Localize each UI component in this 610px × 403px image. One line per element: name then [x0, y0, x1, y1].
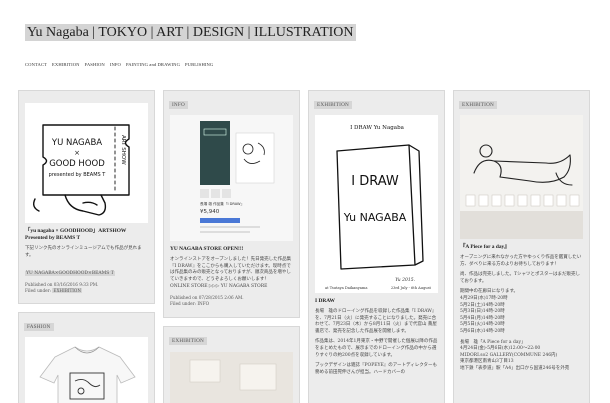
piece-schedule: 期間中の在廊日になります。 4月29日(水)17時-20時 5月2日(土)14時…: [460, 289, 583, 335]
tshirt-illustration: [25, 337, 148, 403]
store-online-link[interactable]: ONLINE STORE ▷▷▷ YU NAGABA STORE: [170, 284, 293, 291]
ticket-line-2: ×: [74, 149, 80, 157]
store-product-name: 長場 雄 作品集『I DRAW』: [200, 201, 244, 206]
piece-event-info: 長場 雄「A Piece for a day」 4月24日(金)-5月6日(水)…: [460, 340, 583, 373]
event-line: 地下鉄「表参道」駅「A4」出口から国道246号を外苑: [460, 365, 570, 371]
piece-text-1: オープニングに来れなかった方やゆっくり作品を鑑賞したい方、ダベりに来る方のよりお…: [460, 255, 582, 267]
fashion-category[interactable]: FASHION: [24, 323, 54, 331]
schedule-item: 5月6日(水)14時-20時: [460, 328, 505, 334]
nav-contact[interactable]: CONTACT: [25, 62, 47, 67]
nav-painting-and-drawing[interactable]: PAINTING and DRAWING: [126, 62, 180, 67]
goodhood-image[interactable]: YU NAGABA × GOOD HOOD presented by BEAMS…: [25, 103, 148, 223]
store-title[interactable]: YU NAGABA STORE OPEN!!!: [170, 246, 293, 253]
ticket-line-3: GOOD HOOD: [49, 159, 105, 169]
idraw-text-1: 長場 雄のドローイング作品を収録した作品集『I DRAW』を、7月21日（火）に…: [315, 309, 437, 334]
poster-title-2: Yu NAGABA: [343, 211, 407, 224]
event-line: 4月24日(金)-5月6日(水)12:00～22:00: [460, 346, 541, 352]
post-card-piece-for-a-day[interactable]: EXHIBITION 『A Piece for a day』 オープニングに来れ…: [453, 90, 590, 403]
post-card-goodhood[interactable]: YU NAGABA × GOOD HOOD presented by BEAMS…: [18, 90, 155, 304]
ticket-line-1: YU NAGABA: [51, 138, 102, 148]
store-category[interactable]: INFO: [169, 101, 188, 109]
piece-gallery-photo: [460, 115, 583, 239]
piece-image[interactable]: [460, 115, 583, 239]
post-card-exhibition-2[interactable]: EXHIBITION: [163, 326, 300, 403]
piece-category[interactable]: EXHIBITION: [459, 101, 497, 109]
ticket-line-4: presented by BEAMS T: [49, 172, 107, 178]
store-meta: Published on 07/28/2015 2:06 AM. Filed u…: [170, 295, 293, 307]
nav-publishing[interactable]: PUBLISHING: [185, 62, 213, 67]
store-filed-link[interactable]: INFO: [197, 301, 209, 306]
idraw-text-2: 作品集は、2014年1月東京・中野で開催した個展以降の作品をまとめたもので、展示…: [315, 339, 438, 358]
piece-text-2: 尚、作品は完売しました。Tシャツとポスターはまだ販売しております。: [460, 272, 580, 284]
goodhood-text: 下記リンク先のオンラインミュージアムでも作品が見れます。: [25, 246, 142, 258]
idraw-poster-art: I DRAW Yu Nagaba I DRAW Yu NAGABA Yu 201…: [315, 115, 438, 293]
store-screenshot: 長場 雄 作品集『I DRAW』 ¥5,940: [170, 115, 293, 241]
nav-fashion[interactable]: FASHION: [85, 62, 105, 67]
goodhood-meta: Published on 03/16/2016 9:33 PM. Filed u…: [25, 282, 148, 294]
schedule-item: 5月3日(日)14時-20時: [460, 309, 505, 315]
poster-venue: at Tsutaya Daikanyama: [325, 286, 368, 290]
post-card-fashion[interactable]: FASHION: [18, 312, 155, 403]
idraw-category[interactable]: EXHIBITION: [314, 101, 352, 109]
exhibition-2-category[interactable]: EXHIBITION: [169, 337, 207, 345]
goodhood-filed-link[interactable]: EXHIBITION: [52, 288, 83, 294]
schedule-item: 4月29日(水)17時-20時: [460, 295, 508, 301]
post-grid: YU NAGABA × GOOD HOOD presented by BEAMS…: [18, 90, 592, 403]
ticket-illustration: YU NAGABA × GOOD HOOD presented by BEAMS…: [25, 103, 148, 223]
idraw-poster[interactable]: I DRAW Yu Nagaba I DRAW Yu NAGABA Yu 201…: [315, 115, 438, 293]
exhibition-2-photo: [170, 352, 293, 403]
poster-title-1: I DRAW: [351, 174, 399, 189]
poster-dates: 23rd July - 6th August: [391, 286, 432, 290]
store-image[interactable]: 長場 雄 作品集『I DRAW』 ¥5,940: [170, 115, 293, 241]
poster-head: I DRAW Yu Nagaba: [350, 125, 404, 131]
schedule-item: 5月5日(火)14時-20時: [460, 322, 505, 328]
piece-title[interactable]: 『A Piece for a day』: [460, 244, 583, 251]
exhibition-2-image[interactable]: [170, 352, 293, 403]
post-card-idraw[interactable]: EXHIBITION I DRAW Yu Nagaba I DRAW Yu NA…: [308, 90, 445, 403]
store-price: ¥5,940: [200, 209, 220, 215]
store-filed-label: Filed under:: [170, 300, 197, 306]
poster-signature: Yu 2015.: [395, 277, 415, 283]
idraw-text-3: ブックデザインは雑誌『POPEYE』のアートディレクターも務める前田晃伸さんが担…: [315, 363, 438, 375]
goodhood-link[interactable]: YU NAGABA×GOODHOOD×BEAMS T: [25, 271, 115, 277]
ticket-side-label: ART SHOW: [120, 135, 126, 165]
event-line: 東京都港区南青山3丁目13: [460, 359, 514, 365]
nav-exhibition[interactable]: EXHIBITION: [52, 62, 80, 67]
store-text: オンラインストアをオープンしました！先日発売した作品集『I DRAW』をここから…: [170, 257, 292, 282]
goodhood-filed-label: Filed under:: [25, 288, 52, 294]
idraw-title[interactable]: I DRAW: [315, 298, 438, 305]
nav-info[interactable]: INFO: [110, 62, 121, 67]
goodhood-title[interactable]: 「yu nagaba × GOODHOOD」ARTSHOW Presented …: [25, 228, 148, 242]
site-title[interactable]: Yu Nagaba | TOKYO | ART | DESIGN | ILLUS…: [25, 24, 356, 41]
schedule-head: 期間中の在廊日になります。: [460, 289, 519, 295]
fashion-image[interactable]: [25, 337, 148, 403]
category-nav: CONTACT EXHIBITION FASHION INFO PAINTING…: [25, 62, 213, 67]
post-card-store[interactable]: INFO 長場 雄 作品集『I DRAW』 ¥5,940 YU NAGABA S…: [163, 90, 300, 318]
